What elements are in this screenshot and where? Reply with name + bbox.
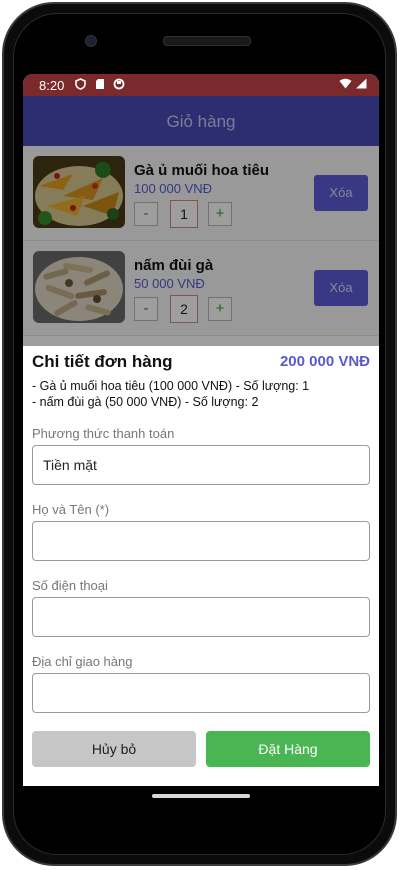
order-total: 200 000 VNĐ [279,353,370,370]
status-right-icons [339,78,367,92]
order-line: - nấm đùi gà (50 000 VNĐ) - Số lượng: 2 [32,395,259,409]
shield-icon [75,78,86,93]
payment-method-field[interactable]: Tiền mặt [32,445,370,485]
phone-number-label: Số điện thoại [32,578,108,593]
full-name-label: Họ và Tên (*) [32,502,110,517]
home-gesture-bar[interactable] [152,794,250,798]
earpiece-speaker [163,36,251,46]
place-order-button[interactable]: Đặt Hàng [206,731,370,767]
full-name-input[interactable] [32,521,370,561]
circle-icon [113,78,125,93]
order-details-sheet: Chi tiết đơn hàng 200 000 VNĐ - Gà ủ muố… [23,346,379,786]
sheet-title: Chi tiết đơn hàng [32,352,173,371]
status-bar: 8:20 [23,74,379,96]
signal-icon [355,78,367,92]
payment-method-label: Phương thức thanh toán [32,426,175,441]
status-time: 8:20 [39,78,65,93]
address-input[interactable] [32,673,370,713]
wifi-icon [339,78,355,92]
order-line: - Gà ủ muối hoa tiêu (100 000 VNĐ) - Số … [32,379,310,393]
app-screen: 8:20 Giỏ hàng Gà ủ muối hoa tiêu 100 000… [23,74,379,786]
front-camera [85,35,97,47]
modal-scrim[interactable] [23,96,379,346]
phone-number-input[interactable] [32,597,370,637]
sd-card-icon [95,78,105,93]
cancel-button[interactable]: Hủy bỏ [32,731,196,767]
address-label: Địa chỉ giao hàng [32,654,133,669]
